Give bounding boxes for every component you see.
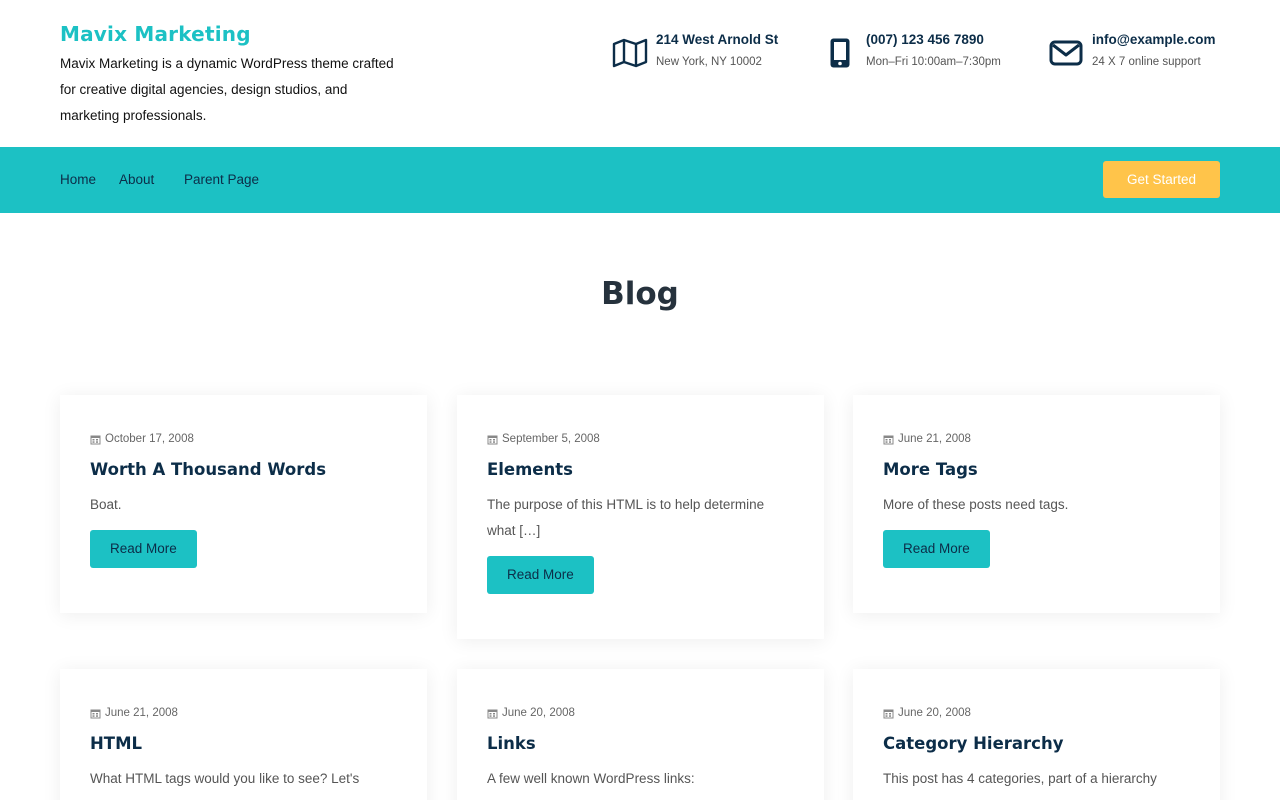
contact-address: 214 West Arnold St New York, NY 10002 <box>610 30 778 80</box>
post-excerpt: More of these posts need tags. <box>883 497 1069 512</box>
envelope-icon <box>1046 30 1086 76</box>
post-date: October 17, 2008 <box>90 429 397 449</box>
post-date-text: June 21, 2008 <box>105 707 178 719</box>
calendar-icon <box>90 435 101 444</box>
nav-item-home[interactable]: Home <box>60 171 96 189</box>
get-started-button[interactable]: Get Started <box>1103 161 1220 198</box>
brand: Mavix Marketing Mavix Marketing is a dyn… <box>60 20 405 129</box>
post-card: June 20, 2008 Category Hierarchy This po… <box>853 669 1220 800</box>
main-nav: Home About Parent Page Get Started <box>0 147 1280 213</box>
post-date-text: June 20, 2008 <box>502 707 575 719</box>
address-line: 214 West Arnold St <box>656 32 779 47</box>
post-title[interactable]: Category Hierarchy <box>883 731 1190 757</box>
post-card: June 20, 2008 Links A few well known Wor… <box>457 669 824 800</box>
post-date-text: June 20, 2008 <box>898 707 971 719</box>
post-card: September 5, 2008 Elements The purpose o… <box>457 395 824 639</box>
site-description: Mavix Marketing is a dynamic WordPress t… <box>60 56 394 123</box>
mobile-phone-icon <box>820 30 860 76</box>
post-date: June 20, 2008 <box>883 703 1190 723</box>
post-title[interactable]: Links <box>487 731 794 757</box>
page-title: Blog <box>601 276 679 312</box>
post-title[interactable]: HTML <box>90 731 397 757</box>
post-title[interactable]: Elements <box>487 457 794 483</box>
contact-email-text: info@example.com 24 X 7 online support <box>1092 30 1215 74</box>
post-excerpt: The purpose of this HTML is to help dete… <box>487 497 765 538</box>
post-date: June 20, 2008 <box>487 703 794 723</box>
post-date-text: September 5, 2008 <box>502 433 600 445</box>
post-date: September 5, 2008 <box>487 429 794 449</box>
contact-address-text: 214 West Arnold St New York, NY 10002 <box>656 30 778 74</box>
read-more-button[interactable]: Read More <box>90 530 197 568</box>
email-support: 24 X 7 online support <box>1092 56 1201 68</box>
post-card: June 21, 2008 More Tags More of these po… <box>853 395 1220 613</box>
read-more-button[interactable]: Read More <box>487 556 594 594</box>
nav-item-about[interactable]: About <box>119 171 154 189</box>
site-title[interactable]: Mavix Marketing <box>60 20 405 48</box>
map-icon <box>610 30 650 76</box>
post-date: June 21, 2008 <box>90 703 397 723</box>
email-address[interactable]: info@example.com <box>1092 30 1215 50</box>
post-date-text: June 21, 2008 <box>898 433 971 445</box>
calendar-icon <box>487 435 498 444</box>
address-city: New York, NY 10002 <box>656 56 762 68</box>
site-header: Mavix Marketing Mavix Marketing is a dyn… <box>0 0 1280 147</box>
post-excerpt: This post has 4 categories, part of a hi… <box>883 771 1157 786</box>
read-more-button[interactable]: Read More <box>883 530 990 568</box>
calendar-icon <box>90 709 101 718</box>
post-excerpt: Boat. <box>90 497 122 512</box>
post-title[interactable]: More Tags <box>883 457 1190 483</box>
contact-email: info@example.com 24 X 7 online support <box>1046 30 1215 80</box>
calendar-icon <box>883 435 894 444</box>
post-date: June 21, 2008 <box>883 429 1190 449</box>
phone-number[interactable]: (007) 123 456 7890 <box>866 30 1001 50</box>
contact-phone-text: (007) 123 456 7890 Mon–Fri 10:00am–7:30p… <box>866 30 1001 74</box>
post-excerpt: What HTML tags would you like to see? Le… <box>90 771 360 786</box>
calendar-icon <box>883 709 894 718</box>
calendar-icon <box>487 709 498 718</box>
post-date-text: October 17, 2008 <box>105 433 194 445</box>
post-excerpt: A few well known WordPress links: <box>487 771 695 786</box>
contact-phone: (007) 123 456 7890 Mon–Fri 10:00am–7:30p… <box>820 30 1001 80</box>
post-card: October 17, 2008 Worth A Thousand Words … <box>60 395 427 613</box>
post-title[interactable]: Worth A Thousand Words <box>90 457 397 483</box>
post-card: June 21, 2008 HTML What HTML tags would … <box>60 669 427 800</box>
nav-item-parent-page[interactable]: Parent Page <box>184 171 259 189</box>
phone-hours: Mon–Fri 10:00am–7:30pm <box>866 56 1001 68</box>
